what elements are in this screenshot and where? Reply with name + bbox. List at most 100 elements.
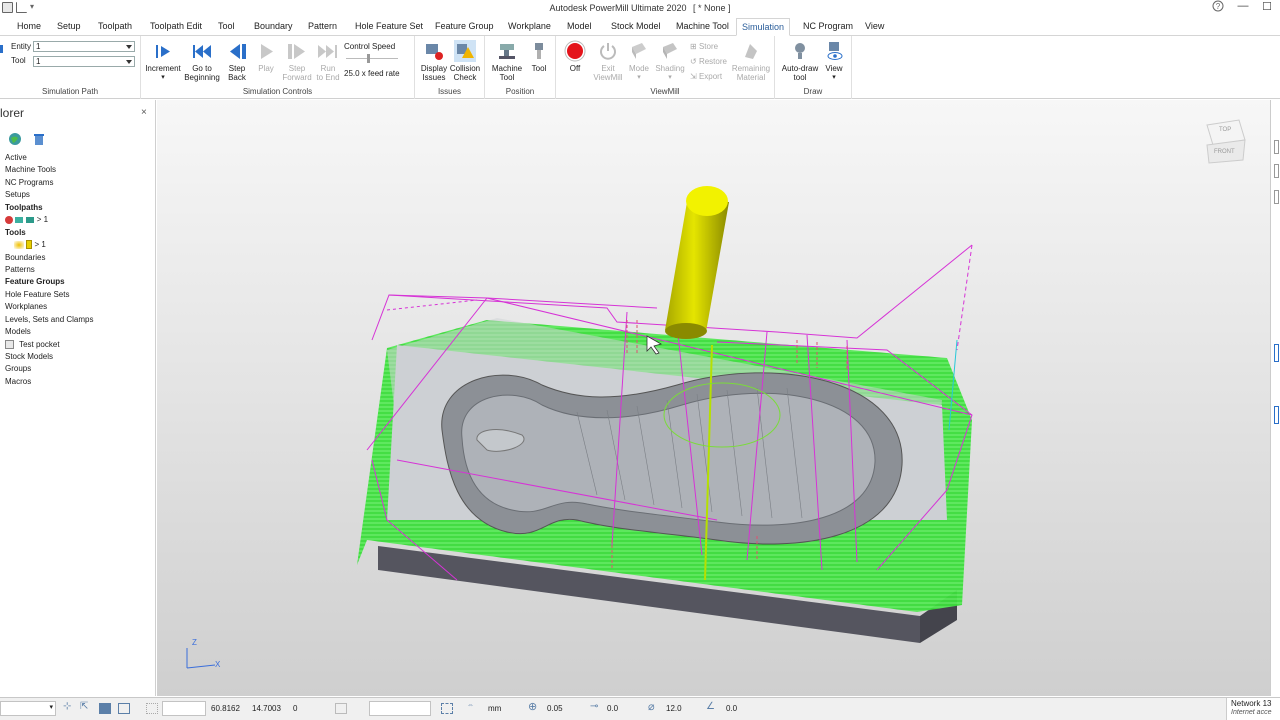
go-to-beginning-label-1: Go to <box>192 64 212 73</box>
shading-button[interactable]: Shading ▾ <box>654 40 686 82</box>
restore-button[interactable]: ↺ Restore <box>690 57 727 66</box>
tab-toolpath[interactable]: Toolpath <box>98 21 132 31</box>
tree-item-label: Boundaries <box>5 252 46 262</box>
collision-check-button[interactable]: Collision Check <box>449 40 481 82</box>
cursor-icon[interactable]: ⇱ <box>80 701 92 712</box>
explorer-close-button[interactable]: × <box>141 107 147 118</box>
speed-slider-thumb[interactable] <box>367 54 370 63</box>
thickness-icon[interactable]: ⊸ <box>590 701 602 712</box>
view-toolbar-icon[interactable] <box>1274 344 1279 362</box>
exit-viewmill-button[interactable]: Exit ViewMill <box>592 40 624 82</box>
tree-item-tools[interactable]: Tools <box>0 227 156 239</box>
increment-button[interactable]: Increment ▾ <box>145 40 181 82</box>
tree-item-toolpath-1[interactable]: > 1 <box>0 214 156 226</box>
tool-position-button[interactable]: Tool <box>527 40 551 73</box>
tab-model[interactable]: Model <box>567 21 592 31</box>
tab-machine-tool[interactable]: Machine Tool <box>676 21 729 31</box>
tab-nc-program[interactable]: NC Program <box>803 21 853 31</box>
view-cube-top-label[interactable]: TOP <box>1219 127 1231 133</box>
view-toolbar-icon[interactable] <box>1274 406 1279 424</box>
tree-item-feature-groups[interactable]: Feature Groups <box>0 276 156 288</box>
minimize-button[interactable]: — <box>1234 0 1252 12</box>
speed-slider[interactable] <box>346 54 398 63</box>
input-field[interactable] <box>369 701 431 716</box>
tree-item-tool-1[interactable]: > 1 <box>0 239 156 251</box>
play-button[interactable]: Play <box>253 40 279 73</box>
auto-draw-tool-button[interactable]: Auto-draw tool <box>778 40 822 82</box>
selection-icon[interactable] <box>146 703 158 714</box>
run-to-end-button[interactable]: Run to End <box>314 40 342 82</box>
coordinate-blank-field[interactable] <box>162 701 206 716</box>
step-forward-button[interactable]: Step Forward <box>280 40 314 82</box>
measure-icon[interactable] <box>441 703 453 714</box>
tab-stock-model[interactable]: Stock Model <box>611 21 661 31</box>
tree-item-boundaries[interactable]: Boundaries <box>0 252 156 264</box>
tab-tool[interactable]: Tool <box>218 21 235 31</box>
tab-hole-feature-set[interactable]: Hole Feature Set <box>355 21 423 31</box>
tab-view[interactable]: View <box>865 21 884 31</box>
machine-tool-button[interactable]: Machine Tool <box>489 40 525 82</box>
record-off-icon <box>564 40 586 62</box>
tree-item-hole-feature-sets[interactable]: Hole Feature Sets <box>0 289 156 301</box>
viewmill-off-button[interactable]: Off <box>562 40 588 73</box>
tree-item-stock-models[interactable]: Stock Models <box>0 351 156 363</box>
tree-item-macros[interactable]: Macros <box>0 376 156 388</box>
frame-icon[interactable] <box>118 703 130 714</box>
tree-item-machine-tools[interactable]: Machine Tools <box>0 164 156 176</box>
angle-icon[interactable]: ∠ <box>706 701 718 712</box>
tolerance-icon[interactable]: ⊕ <box>528 700 540 713</box>
tab-boundary[interactable]: Boundary <box>254 21 293 31</box>
display-issues-button[interactable]: Display Issues <box>419 40 449 82</box>
tree-item-label: Tools <box>5 227 26 237</box>
network-status[interactable]: Network 13 Internet acce <box>1226 698 1280 720</box>
go-to-beginning-button[interactable]: Go to Beginning <box>183 40 221 82</box>
globe-icon[interactable] <box>8 132 22 148</box>
group-label-viewmill: ViewMill <box>650 87 680 96</box>
entity-dropdown[interactable]: 1 <box>33 41 135 52</box>
maximize-button[interactable]: ☐ <box>1258 0 1276 13</box>
tab-pattern[interactable]: Pattern <box>308 21 337 31</box>
tree-item-workplanes[interactable]: Workplanes <box>0 301 156 313</box>
tree-item-setups[interactable]: Setups <box>0 189 156 201</box>
tree-item-patterns[interactable]: Patterns <box>0 264 156 276</box>
play-icon <box>255 40 277 62</box>
tree-item-models[interactable]: Models <box>0 326 156 338</box>
explorer-title: lorer <box>0 106 25 120</box>
view-button[interactable]: View ▾ <box>823 40 845 82</box>
tree-item-levels-sets-clamps[interactable]: Levels, Sets and Clamps <box>0 314 156 326</box>
snap-icon[interactable]: ⊹ <box>63 701 75 712</box>
tool-dropdown[interactable]: 1 <box>33 56 135 67</box>
tab-workplane[interactable]: Workplane <box>508 21 551 31</box>
help-icon[interactable]: ? <box>1209 0 1227 15</box>
workplane-icon[interactable] <box>335 703 347 714</box>
tree-item-nc-programs[interactable]: NC Programs <box>0 177 156 189</box>
tab-setup[interactable]: Setup <box>57 21 81 31</box>
tab-feature-group[interactable]: Feature Group <box>435 21 494 31</box>
graphics-viewport[interactable]: TOP FRONT Z X <box>157 100 1270 696</box>
view-toolbar-icon[interactable] <box>1274 190 1279 204</box>
mode-button[interactable]: Mode ▾ <box>626 40 652 82</box>
remaining-material-button[interactable]: Remaining Material <box>730 40 772 82</box>
view-cube-front-label[interactable]: FRONT <box>1214 149 1235 155</box>
store-button[interactable]: ⊞ Store <box>690 42 718 51</box>
tab-toolpath-edit[interactable]: Toolpath Edit <box>150 21 202 31</box>
tree-item-toolpaths[interactable]: Toolpaths <box>0 202 156 214</box>
y-coordinate: 14.7003 <box>252 704 281 713</box>
step-back-button[interactable]: Step Back <box>223 40 251 82</box>
units-icon[interactable]: ⇔ <box>467 702 479 713</box>
collision-issue-icon <box>5 216 13 225</box>
right-toolbar-strip <box>1270 100 1280 696</box>
grid-icon[interactable] <box>99 703 111 714</box>
view-toolbar-icon[interactable] <box>1274 164 1279 178</box>
export-button[interactable]: ⇲ Export <box>690 72 722 81</box>
tree-item-active[interactable]: Active <box>0 152 156 164</box>
tab-simulation[interactable]: Simulation <box>736 18 791 36</box>
tree-item-test-pocket[interactable]: Test pocket <box>0 339 156 351</box>
tree-item-label: Test pocket <box>19 339 60 349</box>
tab-home[interactable]: Home <box>17 21 41 31</box>
tree-item-groups[interactable]: Groups <box>0 363 156 375</box>
trash-icon[interactable] <box>33 132 45 148</box>
diameter-icon[interactable]: ⌀ <box>648 700 660 713</box>
view-toolbar-icon[interactable] <box>1274 140 1279 154</box>
workplane-dropdown[interactable]: ▾ <box>0 701 56 716</box>
